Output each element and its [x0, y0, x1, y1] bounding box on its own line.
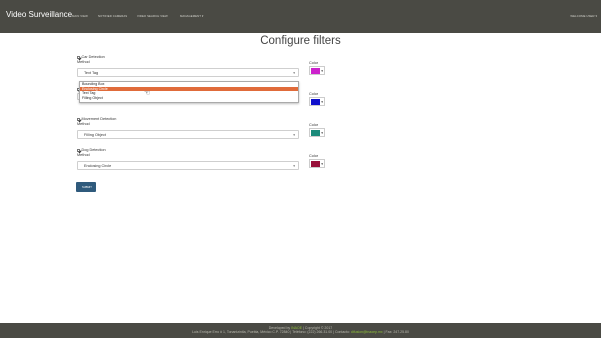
footer-text: | Fax: 247.25.80	[382, 330, 409, 335]
color-picker[interactable]: ▾	[309, 66, 325, 75]
chevron-down-icon: ▾	[321, 131, 323, 135]
method-select[interactable]: Enclosing Circle ▾	[77, 161, 299, 170]
color-swatch	[311, 130, 320, 136]
filter-name: Car Detection	[81, 55, 105, 59]
color-label: Color	[309, 154, 319, 158]
method-label: Method	[77, 153, 90, 157]
footer-inaoe-link[interactable]: INAOE	[291, 326, 302, 330]
navbar: Video Surveillance MAIN VIEW NOTIFIED CA…	[0, 0, 601, 33]
filter-movement-detection: Movement Detection Method Filling Object…	[77, 117, 327, 139]
footer-email-link[interactable]: difusion@inaoep.mx	[351, 330, 383, 334]
pointer-cursor-icon: ☜	[144, 90, 151, 97]
submit-button[interactable]: SUBMIT	[76, 182, 96, 192]
filter-checkbox[interactable]	[77, 55, 80, 59]
footer: Developed by INAOE | Copyright © 2017 Lu…	[0, 323, 601, 338]
nav-main-view[interactable]: MAIN VIEW	[72, 14, 88, 18]
color-swatch	[311, 99, 320, 105]
nav-management-dropdown[interactable]: MANAGEMENT ▾	[180, 14, 203, 18]
footer-text: Developed by	[268, 326, 292, 330]
chevron-down-icon: ▾	[321, 162, 323, 166]
color-swatch	[311, 68, 320, 74]
method-select[interactable]: Filling Object ▾	[77, 130, 299, 139]
color-swatch	[311, 161, 320, 167]
footer-contact: Luis Enrique Erro # 1, Tonantzintla, Pue…	[0, 330, 601, 334]
method-label: Method	[77, 60, 90, 64]
footer-text: Luis Enrique Erro # 1, Tonantzintla, Pue…	[192, 330, 351, 335]
chevron-down-icon: ▾	[321, 69, 323, 73]
color-label: Color	[309, 61, 319, 65]
method-dropdown-list: Bounding Box Enclosing Circle Text Tag F…	[79, 81, 299, 103]
footer-credit: Developed by INAOE | Copyright © 2017	[0, 323, 601, 330]
filter-checkbox-row: Car Detection	[77, 55, 327, 60]
filter-checkbox-row: Movement Detection	[77, 117, 327, 122]
nav-video-search-view[interactable]: VIDEO SEARCH VIEW	[137, 14, 168, 18]
filter-name: Dog Detection	[81, 148, 106, 152]
chevron-down-icon: ▾	[293, 164, 295, 168]
method-select-value: Text Tag	[84, 71, 99, 75]
filter-car-detection: Car Detection Method Text Tag ▾	[77, 55, 327, 77]
color-picker[interactable]: ▾	[309, 128, 325, 137]
color-picker[interactable]: ▾	[309, 159, 325, 168]
chevron-down-icon: ▾	[293, 71, 295, 75]
filter-checkbox-row: Dog Detection	[77, 148, 327, 153]
method-select[interactable]: Text Tag ▾	[77, 68, 299, 77]
filter-dog-detection: Dog Detection Method Enclosing Circle ▾	[77, 148, 327, 170]
dropdown-option[interactable]: Filling Object	[80, 96, 298, 101]
color-picker[interactable]: ▾	[309, 97, 325, 106]
color-label: Color	[309, 92, 319, 96]
page-title: Configure filters	[260, 35, 341, 47]
footer-text: | Copyright © 2017	[302, 326, 333, 330]
method-select-value: Enclosing Circle	[84, 164, 112, 168]
brand-title[interactable]: Video Surveillance	[6, 10, 72, 19]
user-menu[interactable]: WELCOME USER ▾	[570, 14, 597, 18]
chevron-down-icon: ▾	[321, 100, 323, 104]
method-label: Method	[77, 122, 90, 126]
method-select-value: Filling Object	[84, 133, 106, 137]
filter-checkbox[interactable]	[77, 148, 80, 152]
filter-checkbox[interactable]	[77, 117, 80, 121]
nav-notified-cameras[interactable]: NOTIFIED CAMERAS	[98, 14, 127, 18]
chevron-down-icon: ▾	[293, 133, 295, 137]
color-label: Color	[309, 123, 319, 127]
filter-name: Movement Detection	[81, 117, 117, 121]
